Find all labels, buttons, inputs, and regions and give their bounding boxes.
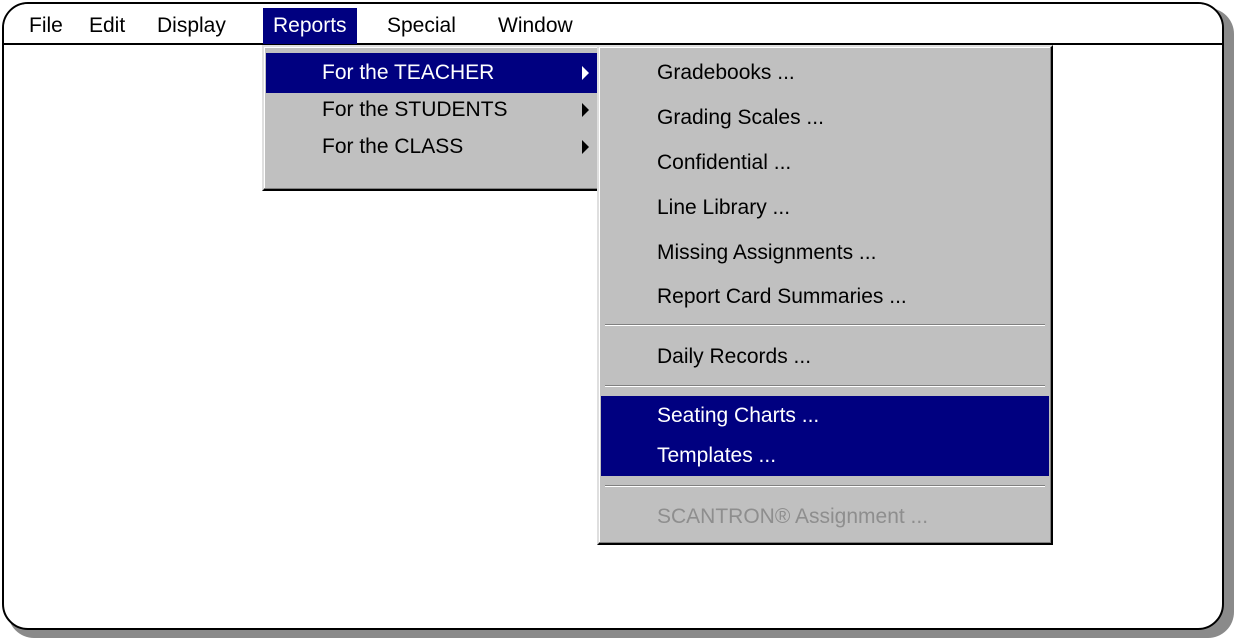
menu-item-label: Missing Assignments ... bbox=[657, 241, 877, 264]
menu-item-label: Report Card Summaries ... bbox=[657, 285, 907, 308]
menu-item-for-the-teacher[interactable]: For the TEACHER bbox=[266, 53, 603, 93]
menu-item-daily-records[interactable]: Daily Records ... bbox=[601, 337, 1049, 377]
menu-special[interactable]: Special bbox=[377, 8, 466, 44]
application-window: File Edit Display Reports Special Window… bbox=[2, 2, 1224, 630]
menu-separator bbox=[605, 485, 1045, 487]
menu-separator bbox=[605, 324, 1045, 326]
menu-item-for-the-class[interactable]: For the CLASS bbox=[266, 127, 603, 167]
reports-menu: For the TEACHER For the STUDENTS For the… bbox=[262, 45, 607, 191]
menu-item-label: Gradebooks ... bbox=[657, 61, 795, 84]
menu-item-missing-assignments[interactable]: Missing Assignments ... bbox=[601, 233, 1049, 273]
menu-item-line-library[interactable]: Line Library ... bbox=[601, 188, 1049, 228]
menu-window[interactable]: Window bbox=[488, 8, 583, 44]
menu-item-label: For the CLASS bbox=[322, 135, 464, 158]
menu-item-seating-charts[interactable]: Seating Charts ... bbox=[601, 396, 1049, 436]
menu-item-templates[interactable]: Templates ... bbox=[601, 436, 1049, 476]
submenu-arrow-icon bbox=[582, 66, 589, 80]
menu-display[interactable]: Display bbox=[147, 8, 236, 44]
menu-item-label: SCANTRON® Assignment ... bbox=[657, 505, 929, 528]
menu-item-grading-scales[interactable]: Grading Scales ... bbox=[601, 98, 1049, 138]
menu-item-label: Line Library ... bbox=[657, 196, 791, 219]
menu-item-scantron-assignment: SCANTRON® Assignment ... bbox=[601, 497, 1049, 537]
menu-bar: File Edit Display Reports Special Window bbox=[4, 4, 1222, 45]
menu-item-label: For the TEACHER bbox=[322, 61, 495, 84]
menu-item-confidential[interactable]: Confidential ... bbox=[601, 143, 1049, 183]
menu-edit[interactable]: Edit bbox=[79, 8, 135, 44]
submenu-arrow-icon bbox=[582, 140, 589, 154]
teacher-submenu: Gradebooks ... Grading Scales ... Confid… bbox=[597, 45, 1053, 545]
menu-item-label: Daily Records ... bbox=[657, 345, 812, 368]
menu-item-label: For the STUDENTS bbox=[322, 98, 508, 121]
menu-item-label: Templates ... bbox=[657, 444, 777, 467]
menu-item-label: Grading Scales ... bbox=[657, 106, 824, 129]
menu-item-label: Confidential ... bbox=[657, 151, 792, 174]
menu-item-report-card-summaries[interactable]: Report Card Summaries ... bbox=[601, 277, 1049, 317]
menu-item-label: Seating Charts ... bbox=[657, 404, 820, 427]
menu-separator bbox=[605, 385, 1045, 387]
menu-item-for-the-students[interactable]: For the STUDENTS bbox=[266, 90, 603, 130]
menu-item-gradebooks[interactable]: Gradebooks ... bbox=[601, 53, 1049, 93]
submenu-arrow-icon bbox=[582, 103, 589, 117]
menu-reports[interactable]: Reports bbox=[263, 8, 357, 44]
menu-file[interactable]: File bbox=[19, 8, 73, 44]
